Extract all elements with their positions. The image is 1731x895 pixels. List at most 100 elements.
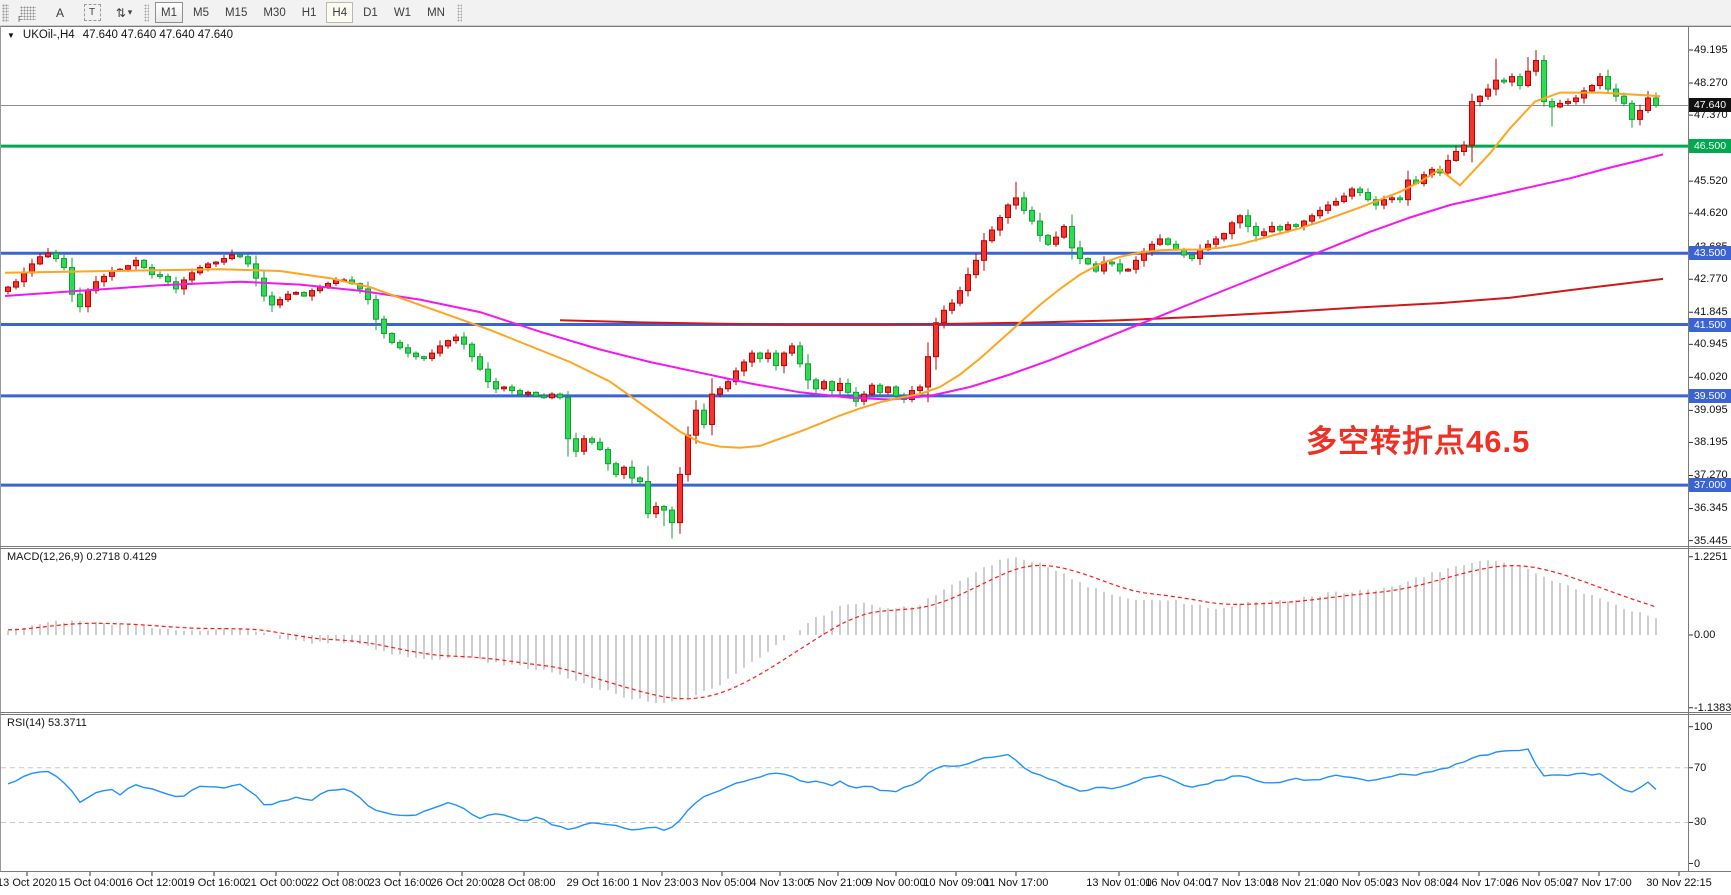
date-label: 1 Nov 23:00 (632, 877, 691, 889)
candle-body (990, 230, 995, 241)
candle-body (134, 260, 139, 265)
chart-left-border (0, 26, 1, 871)
ohlc-readout: 47.640 47.640 47.640 47.640 (83, 29, 233, 41)
candle-body (534, 392, 539, 396)
rsi-tick-label: 0 (1694, 858, 1700, 870)
candle-body (1014, 198, 1019, 205)
candle-body (1558, 103, 1563, 107)
candle-body (1406, 180, 1411, 200)
main-macd-separator[interactable] (0, 546, 1731, 547)
candle-body (558, 394, 563, 398)
candle-body (1366, 193, 1371, 200)
date-label: 17 Nov 13:00 (1206, 877, 1271, 889)
macd-indicator-label: MACD(12,26,9) 0.2718 0.4129 (7, 551, 157, 563)
candle-body (438, 346, 443, 353)
candle-body (1118, 264, 1123, 271)
candle-body (1222, 234, 1227, 239)
price-tick-label: 36.345 (1694, 502, 1728, 514)
candle-body (1246, 216, 1251, 227)
candle-body (1254, 226, 1259, 235)
candle-body (1358, 189, 1363, 193)
candle-body (1494, 80, 1499, 89)
price-tick-label: 35.445 (1694, 535, 1728, 547)
candle-body (950, 303, 955, 310)
candle-body (1062, 226, 1067, 237)
candle-body (702, 410, 707, 424)
candle-body (574, 439, 579, 451)
level-price-box: 39.500 (1689, 389, 1731, 403)
candle-body (622, 467, 627, 474)
macd-tick-label: 1.2251 (1694, 551, 1728, 563)
candle-body (390, 333, 395, 342)
candle-body (814, 380, 819, 389)
candle-body (382, 319, 387, 333)
macd-rsi-separator[interactable] (0, 712, 1731, 713)
rsi-tick-label: 30 (1694, 816, 1706, 828)
candle-body (710, 394, 715, 424)
macd-tick-label: -1.1383 (1694, 702, 1731, 714)
candle-body (678, 474, 683, 522)
candle-body (1294, 225, 1299, 227)
candle-body (694, 410, 699, 435)
rsi-indicator-label: RSI(14) 53.3711 (7, 717, 87, 729)
candle-body (294, 292, 299, 294)
date-axis-border (0, 871, 1731, 872)
slow-ma-line (560, 279, 1663, 325)
candle-body (1478, 96, 1483, 101)
candle-body (1166, 239, 1171, 244)
candle-body (142, 260, 147, 267)
chart-annotation-text: 多空转折点46.5 (1306, 416, 1530, 461)
chart-top-border (0, 26, 1731, 27)
candle-body (1454, 152, 1459, 161)
candle-body (1534, 61, 1539, 72)
candle-body (1158, 239, 1163, 244)
candle-body (1126, 269, 1131, 271)
candle-body (1470, 102, 1475, 146)
candle-body (14, 282, 19, 287)
candle-body (742, 362, 747, 371)
candle-body (1630, 103, 1635, 119)
candle-body (774, 353, 779, 365)
candle-body (1286, 225, 1291, 230)
candle-body (1550, 102, 1555, 107)
candle-body (374, 300, 379, 320)
level-price-box: 46.500 (1689, 139, 1731, 153)
candle-body (54, 253, 59, 258)
candle-body (686, 435, 691, 474)
candle-body (1006, 205, 1011, 217)
candle-body (286, 294, 291, 299)
candle-body (1326, 205, 1331, 210)
candle-body (654, 507, 659, 514)
candle-body (206, 264, 211, 268)
candle-body (1030, 210, 1035, 221)
candle-body (1278, 226, 1283, 230)
candle-body (1526, 71, 1531, 85)
candle-body (470, 344, 475, 356)
candle-body (806, 364, 811, 380)
price-tick-label: 49.195 (1694, 44, 1728, 56)
candle-body (1238, 216, 1243, 223)
symbol-menu-caret-icon[interactable]: ▼ (7, 31, 15, 40)
candle-body (62, 259, 67, 268)
date-label: 16 Oct 12:00 (121, 877, 184, 889)
candle-body (422, 357, 427, 359)
date-label: 23 Nov 08:00 (1386, 877, 1451, 889)
candle-body (238, 255, 243, 257)
candle-body (22, 273, 27, 282)
candle-body (230, 255, 235, 259)
candle-body (1230, 223, 1235, 234)
candle-body (262, 278, 267, 296)
candle-body (894, 387, 899, 396)
candle-body (1350, 189, 1355, 196)
candle-body (1510, 77, 1515, 82)
candle-body (1054, 237, 1059, 244)
price-tick-label: 40.945 (1694, 338, 1728, 350)
candle-body (886, 387, 891, 392)
candle-body (510, 387, 515, 391)
candle-body (1382, 200, 1387, 205)
date-label: 13 Nov 01:00 (1086, 877, 1151, 889)
candle-body (46, 253, 51, 257)
candle-body (1566, 102, 1571, 104)
date-label: 26 Oct 20:00 (431, 877, 494, 889)
candle-body (486, 369, 491, 381)
